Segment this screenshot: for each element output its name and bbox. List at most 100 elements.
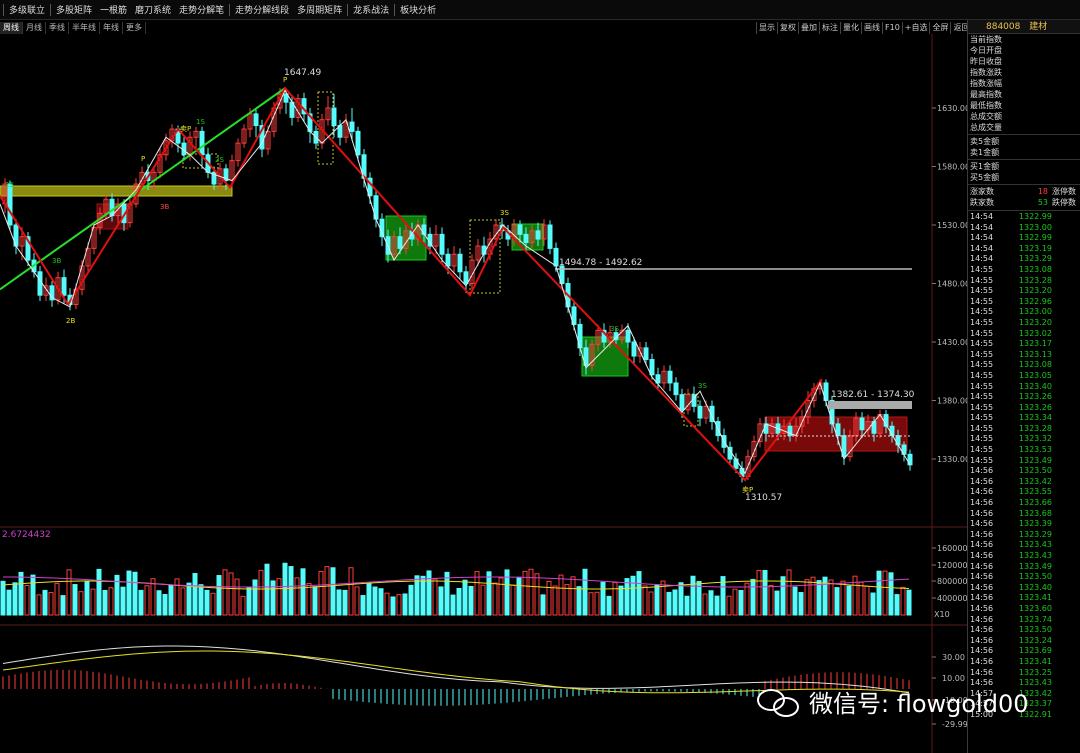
tool-button-1[interactable]: 复权 — [777, 22, 798, 34]
tool-button-0[interactable]: 显示 — [756, 22, 777, 34]
tick-time: 14:55 — [970, 339, 994, 349]
volume-bar — [366, 582, 372, 616]
volume-bar — [708, 590, 714, 616]
tab-0[interactable]: 周线 — [0, 22, 23, 34]
quote-field-label: 最低指数 — [970, 101, 1002, 110]
tool-button-2[interactable]: 叠加 — [798, 22, 819, 34]
volume-bar — [54, 582, 60, 616]
tab-3[interactable]: 半年线 — [69, 22, 100, 34]
tick-time: 14:56 — [970, 646, 994, 656]
volume-bar — [6, 589, 12, 616]
signal-marker: 3S — [500, 209, 509, 217]
tick-row: 14:55 1323.00 — [968, 307, 1080, 318]
tick-time: 14:56 — [970, 614, 994, 624]
tick-time: 14:54 — [970, 212, 994, 221]
quote-field-label: 总成交量 — [970, 123, 1002, 132]
tool-button-3[interactable]: 标注 — [819, 22, 840, 34]
tab-2[interactable]: 季线 — [46, 22, 69, 34]
tick-time: 14:56 — [970, 487, 994, 497]
candle-body — [331, 107, 337, 127]
tick-price: 1323.53 — [1018, 445, 1052, 455]
tool-button-6[interactable]: F10 — [882, 22, 902, 34]
candle-body — [523, 233, 529, 244]
volume-axis-label: 400000 — [937, 594, 967, 603]
volume-bar — [276, 578, 282, 616]
volume-bar — [36, 594, 42, 616]
menu-item-8[interactable]: 板块分析 — [396, 3, 440, 16]
tick-time: 14:55 — [970, 286, 994, 296]
kline-chart-area[interactable]: 1647.49 1310.57 1494.78 - 1492.62 1382.61 -… — [0, 34, 967, 753]
volume-bar — [906, 589, 912, 616]
volume-bar — [468, 585, 474, 616]
volume-bar — [456, 587, 462, 616]
tick-price: 1323.00 — [1018, 222, 1052, 232]
volume-bar — [168, 584, 174, 616]
volume-bar — [228, 572, 234, 616]
menu-item-3[interactable]: 磨刀系统 — [131, 3, 175, 16]
tab-5[interactable]: 更多 — [123, 22, 146, 34]
level-box-2 — [828, 401, 912, 409]
tick-price: 1323.29 — [1018, 254, 1052, 264]
tab-1[interactable]: 月线 — [23, 22, 46, 34]
volume-bar — [390, 596, 396, 616]
volume-bar — [744, 582, 750, 616]
tick-row: 14:55 1323.13 — [968, 350, 1080, 361]
tool-button-4[interactable]: 量化 — [840, 22, 861, 34]
tick-row: 14:54 1322.99 — [968, 233, 1080, 244]
candle-body — [109, 198, 115, 217]
menu-item-0[interactable]: 多级联立 — [5, 3, 49, 16]
tick-row: 14:56 1323.43 — [968, 551, 1080, 562]
count-row: 涨家数 18 涨停数 — [970, 187, 1076, 196]
tick-time: 14:55 — [970, 349, 994, 359]
volume-bar — [90, 588, 96, 616]
volume-bar — [630, 575, 636, 616]
volume-bar — [450, 594, 456, 616]
tab-4[interactable]: 年线 — [100, 22, 123, 34]
quote-field-label: 买1金额 — [970, 162, 1000, 171]
volume-value-label: 2.6724432 — [2, 530, 51, 540]
menu-item-7[interactable]: 龙系战法 — [349, 3, 393, 16]
volume-bar — [438, 586, 444, 616]
tool-button-8[interactable]: 全屏 — [929, 22, 950, 34]
tick-list[interactable]: 14:54 1322.99 14:54 1323.00 14:54 1322.99 14:5… — [968, 210, 1080, 721]
security-name: 建材 — [1029, 22, 1048, 32]
tick-row: 14:55 1323.32 — [968, 434, 1080, 445]
tick-row: 14:54 1323.19 — [968, 244, 1080, 255]
quote-field-label: 当前指数 — [970, 35, 1002, 44]
tool-button-7[interactable]: +自选 — [901, 22, 930, 34]
menu-item-5[interactable]: 走势分解线段 — [231, 3, 293, 16]
signal-marker: 卖P — [742, 486, 753, 494]
volume-bar — [156, 590, 162, 616]
volume-bar — [186, 582, 192, 616]
tick-price: 1323.20 — [1018, 317, 1052, 327]
volume-bar — [738, 590, 744, 616]
volume-bar — [318, 570, 324, 616]
tick-row: 14:56 1323.43 — [968, 540, 1080, 551]
candle-body — [667, 370, 673, 384]
volume-bar — [552, 585, 558, 616]
volume-bar — [492, 582, 498, 616]
volume-bar — [234, 578, 240, 616]
tick-row: 14:56 1323.74 — [968, 615, 1080, 626]
tick-row: 14:56 1323.50 — [968, 572, 1080, 583]
candle-body — [895, 435, 901, 446]
menu-item-2[interactable]: 一根筋 — [96, 3, 131, 16]
tick-time: 14:55 — [970, 275, 994, 285]
volume-bar — [768, 584, 774, 616]
volume-bar — [600, 581, 606, 616]
menu-item-1[interactable]: 多股矩阵 — [52, 3, 96, 16]
tick-price: 1323.40 — [1018, 381, 1052, 391]
tick-row: 14:56 1323.50 — [968, 466, 1080, 477]
volume-bar — [786, 569, 792, 616]
volume-bar — [576, 586, 582, 616]
tool-button-5[interactable]: 画线 — [861, 22, 882, 34]
signal-marker: 2B — [66, 317, 75, 325]
advance-decline-counts: 涨家数 18 涨停数 跌家数 53 跌停数 — [968, 186, 1080, 208]
volume-bar — [516, 576, 522, 616]
menu-item-4[interactable]: 走势分解笔 — [175, 3, 228, 16]
menu-item-6[interactable]: 多周期矩阵 — [293, 3, 346, 16]
quote-field-label: 今日开盘 — [970, 46, 1002, 55]
volume-axis-label: 1200000 — [937, 561, 967, 570]
tick-price: 1323.49 — [1018, 561, 1052, 571]
tick-time: 14:56 — [970, 561, 994, 571]
